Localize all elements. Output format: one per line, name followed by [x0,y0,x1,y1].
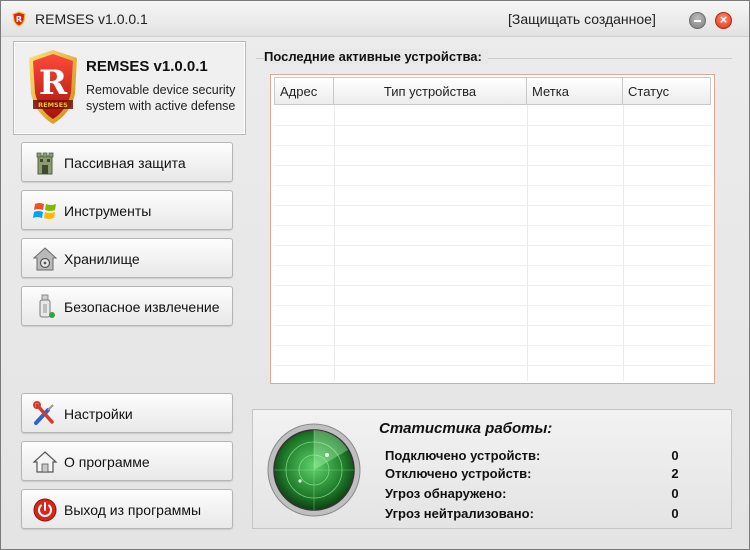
tools-button[interactable]: Инструменты [21,190,233,230]
minimize-button[interactable] [689,12,706,29]
statistics-title: Статистика работы: [379,420,553,437]
logo-title: REMSES v1.0.0.1 [86,58,208,75]
remses-shield-icon: R REMSES [29,50,77,124]
tools-label: Инструменты [64,203,152,219]
power-icon [33,498,57,522]
passive-protection-button[interactable]: Пассивная защита [21,142,233,182]
list-row-divider [274,345,711,346]
list-row-divider [274,365,711,366]
wrench-screwdriver-icon [33,401,54,425]
recent-devices-group: Последние активные устройства: Адрес Тип… [252,46,734,396]
stat-value: 2 [671,466,679,481]
settings-button[interactable]: Настройки [21,393,233,433]
list-row-divider [274,165,711,166]
shield-ribbon-text: REMSES [38,101,68,109]
list-row-divider [274,305,711,306]
list-column-divider [527,105,528,381]
list-row-divider [274,285,711,286]
title-bar[interactable]: R REMSES v1.0.0.1 [Защищать созданное] × [1,1,749,37]
column-header-label[interactable]: Метка [527,77,623,105]
stat-value: 0 [671,486,679,501]
settings-label: Настройки [64,406,133,422]
storage-button[interactable]: Хранилище [21,238,233,278]
stat-label: Подключено устройств: [385,448,541,463]
list-row-divider [274,245,711,246]
device-list-body[interactable] [274,105,711,381]
passive-protection-label: Пассивная защита [64,155,186,171]
column-header-status[interactable]: Статус [623,77,711,105]
list-row-divider [274,145,711,146]
about-button[interactable]: О программе [21,441,233,481]
statistics-panel: Статистика работы: Подключено устройств:… [252,409,732,529]
windows-logo-icon [33,203,56,219]
column-header-address[interactable]: Адрес [274,77,334,105]
close-icon: × [719,12,728,27]
close-button[interactable]: × [715,12,732,29]
stat-row-disconnected: Отключено устройств: 2 [385,466,679,484]
stat-label: Отключено устройств: [385,466,532,481]
stat-value: 0 [671,448,679,463]
exit-button[interactable]: Выход из программы [21,489,233,529]
protect-created-link[interactable]: [Защищать созданное] [508,11,656,27]
list-column-divider [623,105,624,381]
list-row-divider [274,325,711,326]
safe-eject-button[interactable]: Безопасное извлечение [21,286,233,326]
logo-description: Removable device security system with ac… [86,83,236,113]
list-column-divider [334,105,335,381]
castle-tower-icon [36,152,54,175]
about-label: О программе [64,454,150,470]
stat-label: Угроз обнаружено: [385,486,507,501]
house-icon [32,451,58,473]
usb-drive-icon [39,294,55,318]
stat-row-threats-detected: Угроз обнаружено: 0 [385,486,679,504]
app-shield-icon: R [12,11,26,27]
list-row-divider [274,265,711,266]
logo-panel: R REMSES REMSES v1.0.0.1 Removable devic… [13,41,246,135]
radar-icon [267,423,361,517]
list-row-divider [274,185,711,186]
stat-value: 0 [671,506,679,521]
app-window: R REMSES v1.0.0.1 [Защищать созданное] ×… [0,0,750,550]
window-title: REMSES v1.0.0.1 [35,11,148,27]
device-list-header: Адрес Тип устройства Метка Статус [274,77,711,105]
list-row-divider [274,205,711,206]
stat-row-connected: Подключено устройств: 0 [385,448,679,466]
exit-label: Выход из программы [64,502,202,518]
device-list[interactable]: Адрес Тип устройства Метка Статус [270,74,715,384]
column-header-device-type[interactable]: Тип устройства [334,77,527,105]
shield-letter: R [39,63,68,103]
list-row-divider [274,225,711,226]
recent-devices-title: Последние активные устройства: [264,49,488,64]
safe-eject-label: Безопасное извлечение [64,299,220,315]
stat-label: Угроз нейтрализовано: [385,506,534,521]
app-icon-letter: R [16,15,22,24]
storage-label: Хранилище [64,251,140,267]
home-safe-icon [32,247,58,271]
stat-row-threats-neutralized: Угроз нейтрализовано: 0 [385,506,679,524]
list-row-divider [274,125,711,126]
